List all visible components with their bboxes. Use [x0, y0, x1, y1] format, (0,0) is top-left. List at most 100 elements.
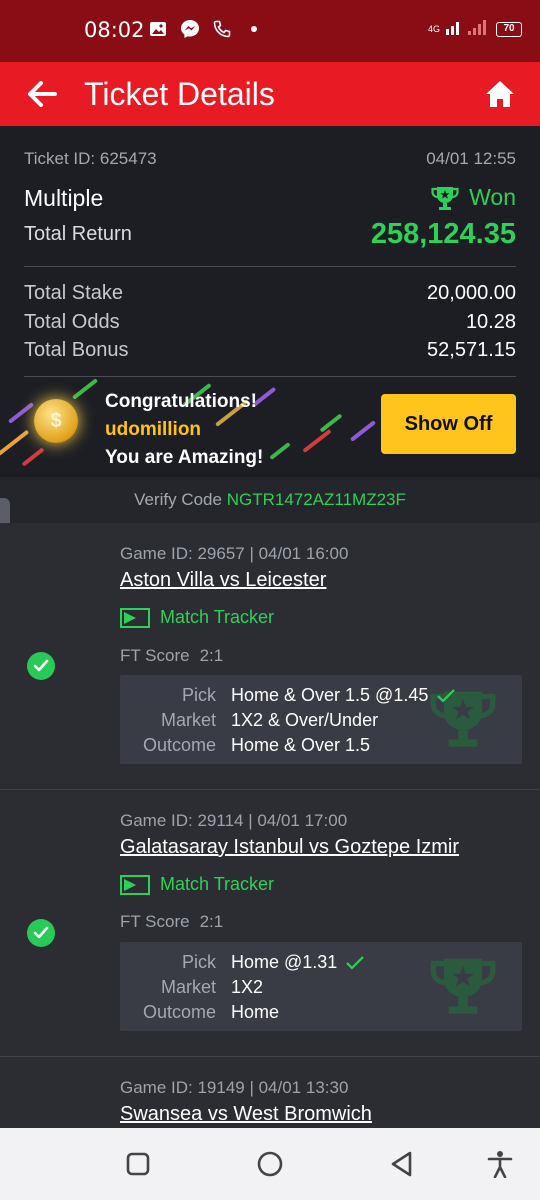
confetti-streak [0, 429, 30, 457]
pick-details: Pick Home @1.31 Market 1X2 Outcome Home [120, 942, 522, 1031]
check-icon [346, 955, 365, 970]
trophy-watermark-icon [430, 958, 496, 1014]
confetti-streak [71, 378, 99, 400]
outcome-label: Outcome [142, 1002, 216, 1022]
total-odds-label: Total Odds [24, 311, 120, 333]
confetti-streak [319, 413, 343, 433]
game-teams-link[interactable]: Aston Villa vs Leicester [120, 569, 326, 592]
match-tracker-button[interactable]: Match Tracker [120, 607, 274, 628]
battery-level: 70 [496, 22, 522, 37]
trophy-star-icon [431, 186, 459, 210]
won-check-icon [27, 652, 55, 680]
notification-icons [148, 19, 264, 39]
accessibility-button[interactable] [484, 1148, 516, 1180]
congrats-title: Congratulations! [105, 391, 257, 412]
recents-icon [126, 1152, 150, 1176]
match-tracker-button[interactable]: Match Tracker [120, 874, 274, 895]
divider [24, 266, 516, 267]
signal-icon [446, 18, 490, 41]
status-label: Won [469, 184, 516, 210]
ticket-id: Ticket ID: 625473 [24, 149, 157, 168]
pick-value: Home @1.31 [231, 952, 365, 973]
network-type: 4G [427, 24, 440, 34]
confetti-streak [269, 442, 291, 460]
coin-icon: $ [34, 399, 78, 443]
pick-label: Pick [181, 685, 216, 705]
phone-call-icon [212, 19, 232, 39]
market-value: 1X2 & Over/Under [231, 710, 379, 730]
total-return-value: 258,124.35 [370, 218, 516, 250]
market-value: 1X2 [231, 977, 264, 997]
match-tracker-icon [120, 874, 150, 895]
circle-home-icon [257, 1151, 283, 1177]
pick-details: Pick Home & Over 1.5 @1.45 Market 1X2 & … [120, 675, 522, 764]
home-icon [486, 81, 514, 107]
ticket-type: Multiple [24, 185, 104, 211]
check-icon [437, 688, 456, 703]
ft-score-label: FT Score [120, 646, 190, 665]
status-bar: 08:02 4G 70 [0, 0, 540, 62]
verify-code-value[interactable]: NGTR1472AZ11MZ23F [227, 490, 406, 509]
triangle-back-icon [391, 1151, 412, 1177]
market-label: Market [160, 710, 216, 730]
home-nav-button[interactable] [254, 1148, 286, 1180]
game-teams-link[interactable]: Galatasaray Istanbul vs Goztepe Izmir [120, 836, 459, 859]
match-tracker-label: Match Tracker [160, 874, 275, 894]
congrats-message: You are Amazing! [105, 447, 264, 468]
congrats-username: udomillion [105, 419, 202, 440]
outcome-label: Outcome [142, 735, 216, 755]
outcome-value: Home & Over 1.5 [231, 735, 371, 755]
back-button[interactable] [22, 76, 62, 112]
total-odds-value: 10.28 [465, 311, 516, 333]
messenger-icon [180, 19, 200, 39]
congrats-banner: $ Congratulations! udomillion You are Am… [0, 377, 540, 477]
gallery-icon [148, 19, 168, 39]
recents-button[interactable] [122, 1148, 154, 1180]
game-card: Game ID: 19149 | 04/01 13:30 Swansea vs … [0, 1057, 540, 1128]
verify-code-bar: Verify Code NGTR1472AZ11MZ23F [0, 477, 540, 523]
app-header: Ticket Details [0, 62, 540, 126]
system-icons: 4G 70 [428, 18, 522, 41]
show-off-button[interactable]: Show Off [381, 394, 516, 454]
ticket-summary: Ticket ID: 625473 04/01 12:55 Multiple W… [0, 126, 540, 477]
game-meta: Game ID: 19149 | 04/01 13:30 [120, 1078, 349, 1097]
match-tracker-icon [120, 607, 150, 628]
status-time: 08:02 [84, 18, 145, 42]
total-bonus-label: Total Bonus [24, 339, 129, 361]
accessibility-icon [487, 1151, 513, 1178]
market-label: Market [160, 977, 216, 997]
confetti-streak [7, 402, 35, 424]
total-stake-label: Total Stake [24, 282, 123, 304]
system-nav-bar [0, 1128, 540, 1200]
pick-text: Home & Over 1.5 @1.45 [231, 685, 429, 705]
ft-score-value: 2:1 [199, 912, 224, 931]
ft-score: FT Score 2:1 [120, 646, 223, 666]
ft-score-value: 2:1 [199, 646, 224, 665]
ticket-date: 04/01 12:55 [426, 149, 516, 168]
match-tracker-label: Match Tracker [160, 607, 275, 627]
outcome-value: Home [231, 1002, 280, 1022]
arrow-left-icon [28, 81, 57, 107]
confetti-streak [349, 420, 377, 442]
ticket-status: Won [431, 184, 516, 211]
total-bonus-value: 52,571.15 [427, 339, 516, 361]
game-card: Game ID: 29114 | 04/01 17:00 Galatasaray… [0, 790, 540, 1057]
pick-label: Pick [181, 952, 216, 972]
total-return-label: Total Return [24, 223, 132, 245]
won-check-icon [27, 919, 55, 947]
more-notifications-dot-icon [244, 19, 264, 39]
pick-text: Home @1.31 [231, 952, 338, 972]
game-meta: Game ID: 29114 | 04/01 17:00 [120, 811, 348, 830]
confetti-streak [21, 447, 45, 467]
pick-value: Home & Over 1.5 @1.45 [231, 685, 456, 706]
game-meta: Game ID: 29657 | 04/01 16:00 [120, 544, 349, 563]
home-button[interactable] [482, 76, 518, 112]
confetti-streak [302, 428, 332, 454]
ft-score-label: FT Score [120, 912, 190, 931]
game-card: Game ID: 29657 | 04/01 16:00 Aston Villa… [0, 523, 540, 790]
total-stake-value: 20,000.00 [427, 282, 516, 304]
page-title: Ticket Details [84, 76, 275, 112]
verify-code-label: Verify Code [134, 490, 222, 509]
game-teams-link[interactable]: Swansea vs West Bromwich [120, 1103, 372, 1126]
back-nav-button[interactable] [386, 1148, 418, 1180]
